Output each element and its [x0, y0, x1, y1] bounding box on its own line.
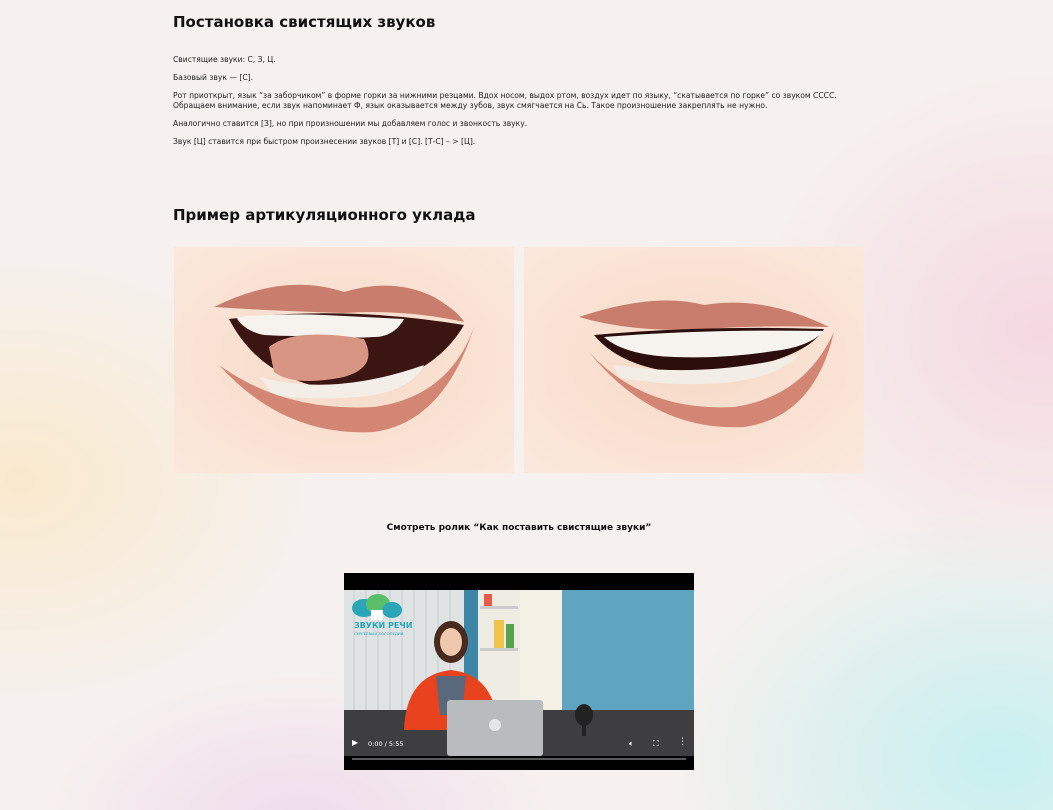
paragraph-ts-sound: Звук [Ц] ставится при быстром произнесен…: [173, 137, 476, 146]
paragraph-base-sound: Базовый звук — [С].: [173, 73, 254, 82]
mouth-photo-smile: [524, 247, 864, 473]
more-vert-icon[interactable]: ⋮: [678, 737, 687, 747]
play-icon[interactable]: ▶: [352, 738, 358, 747]
paragraph-sound-list: Свистящие звуки: С, З, Ц.: [173, 55, 276, 64]
section-title-articulation-example: Пример артикуляционного уклада: [173, 206, 476, 224]
video-caption: Смотреть ролик “Как поставить свистящие …: [386, 523, 652, 533]
channel-logo-subtitle: СЕРГЕЕВЫЙ ЛОГОПЕДИИ: [354, 631, 404, 636]
fullscreen-icon[interactable]: ⛶: [653, 739, 659, 749]
channel-logo-text: ЗВУКИ РЕЧИ: [354, 621, 413, 630]
paragraph-articulation-description: Рот приоткрыт, язык “за заборчиком” в фо…: [173, 91, 837, 110]
paragraph-z-sound: Аналогично ставится [З], но при произнош…: [173, 119, 528, 128]
video-frame[interactable]: [344, 590, 694, 756]
section-title-whistling-sounds: Постановка свистящих звуков: [173, 13, 436, 31]
volume-icon[interactable]: 🔈︎: [629, 739, 634, 749]
video-time: 0:00 / 5:55: [368, 740, 404, 748]
video-player[interactable]: ЗВУКИ РЕЧИ СЕРГЕЕВЫЙ ЛОГОПЕДИИ ▶ 0:00 / …: [344, 573, 694, 770]
video-controls: ▶ 0:00 / 5:55 🔈︎ ⛶ ⋮: [344, 737, 694, 767]
video-progress-bar[interactable]: [352, 758, 686, 760]
mouth-photo-tongue: [174, 247, 514, 473]
